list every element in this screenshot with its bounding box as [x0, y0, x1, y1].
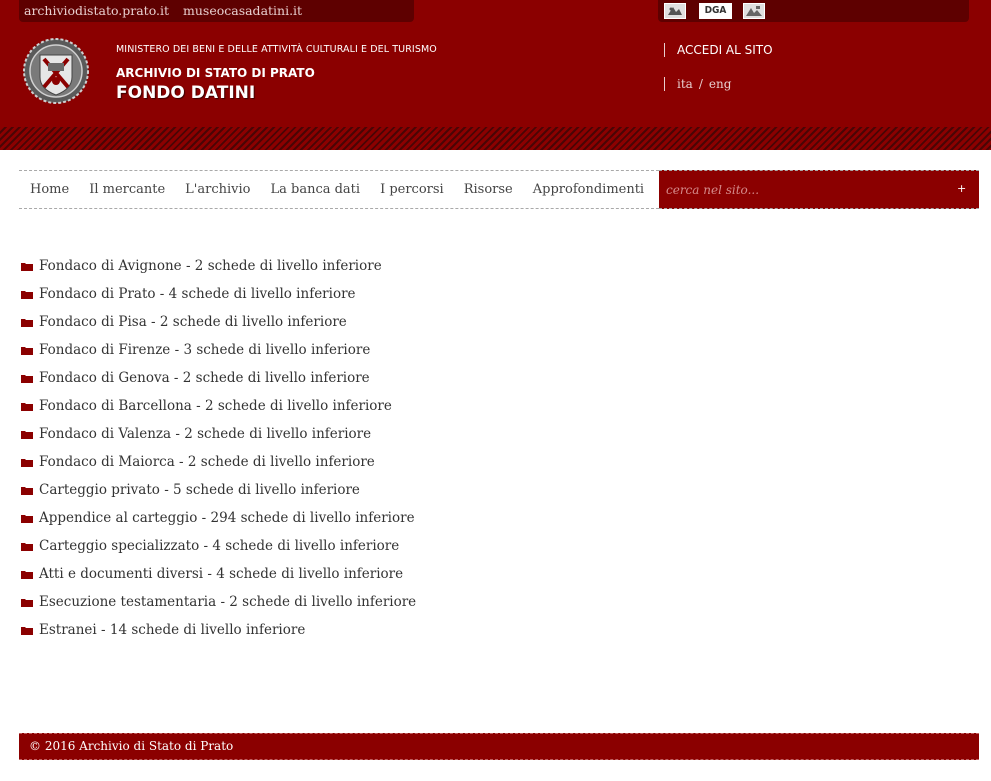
partner-logos-bar: DGA	[658, 0, 969, 22]
archive-emblem-logo[interactable]	[20, 37, 92, 105]
list-item[interactable]: Estranei - 14 schede di livello inferior…	[21, 616, 416, 644]
archiviodistato-link[interactable]: archiviodistato.prato.it	[24, 3, 169, 18]
list-item[interactable]: Fondaco di Avignone - 2 schede di livell…	[21, 252, 416, 280]
list-item-label: Fondaco di Valenza - 2 schede di livello…	[39, 426, 372, 442]
list-item-label: Atti e documenti diversi - 4 schede di l…	[39, 566, 404, 582]
folder-icon	[21, 542, 33, 551]
site-footer: © 2016 Archivio di Stato di Prato	[19, 733, 979, 760]
list-item[interactable]: Fondaco di Pisa - 2 schede di livello in…	[21, 308, 416, 336]
folder-icon	[21, 374, 33, 383]
search-input[interactable]	[659, 171, 939, 208]
list-item[interactable]: Appendice al carteggio - 294 schede di l…	[21, 504, 416, 532]
list-item-label: Fondaco di Barcellona - 2 schede di live…	[39, 398, 392, 414]
list-item-label: Fondaco di Firenze - 3 schede di livello…	[39, 342, 371, 358]
dga-logo[interactable]: DGA	[699, 3, 732, 19]
list-item[interactable]: Fondaco di Firenze - 3 schede di livello…	[21, 336, 416, 364]
partner-logo-icon[interactable]	[664, 3, 686, 19]
list-item-label: Fondaco di Maiorca - 2 schede di livello…	[39, 454, 375, 470]
list-item-label: Fondaco di Genova - 2 schede di livello …	[39, 370, 370, 386]
series-list: Fondaco di Avignone - 2 schede di livell…	[21, 252, 416, 644]
search-button[interactable]: +	[957, 183, 967, 195]
folder-icon	[21, 570, 33, 579]
list-item[interactable]: Carteggio privato - 5 schede di livello …	[21, 476, 416, 504]
folder-icon	[21, 318, 33, 327]
language-switcher: ita / eng	[664, 77, 731, 91]
museocasadatini-link[interactable]: museocasadatini.it	[183, 3, 302, 18]
lang-ita-link[interactable]: ita	[677, 77, 693, 91]
list-item-label: Fondaco di Avignone - 2 schede di livell…	[39, 258, 382, 274]
archive-name: ARCHIVIO DI STATO DI PRATO	[116, 66, 315, 80]
external-links-bar: archiviodistato.prato.it museocasadatini…	[19, 0, 414, 22]
nav-item-il-mercante[interactable]: Il mercante	[89, 182, 165, 197]
partner-logo-icon[interactable]	[743, 3, 765, 19]
folder-icon	[21, 346, 33, 355]
list-item[interactable]: Carteggio specializzato - 4 schede di li…	[21, 532, 416, 560]
lang-eng-link[interactable]: eng	[709, 77, 732, 91]
search-box: +	[659, 170, 979, 209]
nav-item-approfondimenti[interactable]: Approfondimenti	[533, 182, 644, 197]
list-item-label: Fondaco di Prato - 4 schede di livello i…	[39, 286, 356, 302]
ministry-name: MINISTERO DEI BENI E DELLE ATTIVITÀ CULT…	[116, 44, 437, 55]
lang-separator: /	[698, 77, 703, 91]
folder-icon	[21, 626, 33, 635]
list-item[interactable]: Atti e documenti diversi - 4 schede di l…	[21, 560, 416, 588]
list-item[interactable]: Fondaco di Valenza - 2 schede di livello…	[21, 420, 416, 448]
list-item-label: Appendice al carteggio - 294 schede di l…	[39, 510, 415, 526]
folder-icon	[21, 262, 33, 271]
list-item-label: Fondaco di Pisa - 2 schede di livello in…	[39, 314, 347, 330]
list-item-label: Esecuzione testamentaria - 2 schede di l…	[39, 594, 417, 610]
list-item-label: Carteggio privato - 5 schede di livello …	[39, 482, 360, 498]
folder-icon	[21, 514, 33, 523]
nav-item-risorse[interactable]: Risorse	[464, 182, 513, 197]
list-item[interactable]: Esecuzione testamentaria - 2 schede di l…	[21, 588, 416, 616]
folder-icon	[21, 458, 33, 467]
nav-item-i-percorsi[interactable]: I percorsi	[380, 182, 444, 197]
nav-item-larchivio[interactable]: L'archivio	[185, 182, 250, 197]
list-item-label: Carteggio specializzato - 4 schede di li…	[39, 538, 400, 554]
list-item[interactable]: Fondaco di Prato - 4 schede di livello i…	[21, 280, 416, 308]
site-title[interactable]: FONDO DATINI	[116, 83, 255, 103]
folder-icon	[21, 598, 33, 607]
header-hatch-border	[0, 127, 991, 150]
folder-icon	[21, 430, 33, 439]
nav-item-home[interactable]: Home	[30, 182, 69, 197]
folder-icon	[21, 486, 33, 495]
folder-icon	[21, 290, 33, 299]
folder-icon	[21, 402, 33, 411]
list-item-label: Estranei - 14 schede di livello inferior…	[39, 622, 306, 638]
list-item[interactable]: Fondaco di Barcellona - 2 schede di live…	[21, 392, 416, 420]
list-item[interactable]: Fondaco di Maiorca - 2 schede di livello…	[21, 448, 416, 476]
list-item[interactable]: Fondaco di Genova - 2 schede di livello …	[21, 364, 416, 392]
login-link[interactable]: ACCEDI AL SITO	[664, 43, 773, 57]
footer-copyright: © 2016 Archivio di Stato di Prato	[29, 739, 234, 753]
nav-item-la-banca-dati[interactable]: La banca dati	[270, 182, 360, 197]
site-header: archiviodistato.prato.it museocasadatini…	[0, 0, 991, 150]
main-nav: Home Il mercante L'archivio La banca dat…	[19, 170, 659, 209]
